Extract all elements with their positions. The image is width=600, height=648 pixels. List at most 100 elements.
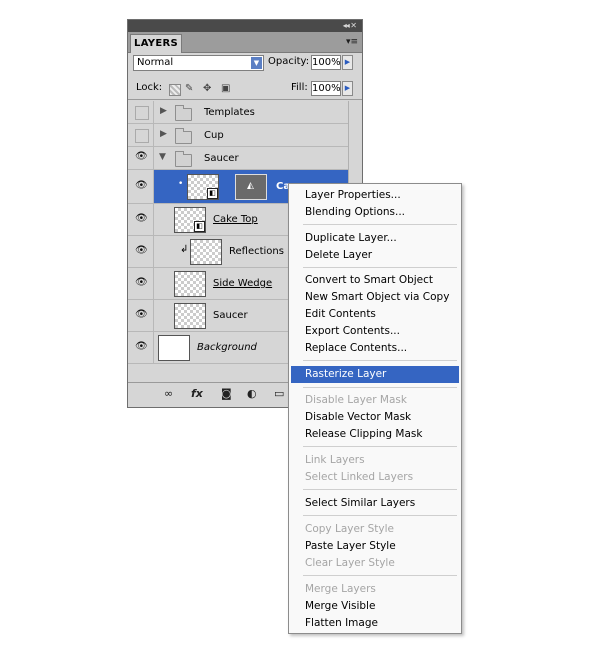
menu-item-merge-layers: Merge Layers — [305, 583, 376, 595]
blend-mode-select[interactable]: Normal ▼ — [133, 55, 264, 71]
menu-item-replace-contents[interactable]: Replace Contents... — [291, 340, 459, 357]
layer-thumbnail — [190, 239, 222, 265]
menu-separator — [303, 267, 457, 268]
eye-icon[interactable]: 👁 — [135, 277, 148, 288]
layer-name: Side Wedge — [213, 278, 273, 289]
lock-label: Lock: — [136, 82, 163, 93]
opacity-label: Opacity: — [268, 56, 310, 67]
menu-item-export-contents[interactable]: Export Contents... — [291, 323, 459, 340]
tab-layers[interactable]: LAYERS — [130, 34, 182, 53]
opacity-arrow-icon[interactable]: ▶ — [342, 55, 353, 70]
fx-icon[interactable]: fx — [191, 387, 203, 401]
lock-position-icon[interactable]: ✥ — [203, 82, 211, 96]
menu-item-blending-options[interactable]: Blending Options... — [291, 204, 459, 221]
menu-separator — [303, 515, 457, 516]
menu-item-paste-layer-style[interactable]: Paste Layer Style — [291, 538, 459, 555]
menu-item-select-linked-layers: Select Linked Layers — [305, 471, 414, 483]
eye-icon[interactable]: 👁 — [135, 341, 148, 352]
menu-item-layer-properties[interactable]: Layer Properties... — [291, 187, 459, 204]
visibility-off-box[interactable] — [135, 106, 149, 120]
smart-object-icon: ◧ — [194, 221, 205, 232]
context-menu: Layer Properties... Blending Options... … — [288, 183, 462, 634]
menu-item-merge-visible[interactable]: Merge Visible — [291, 598, 459, 615]
layer-thumbnail: ◧ — [174, 207, 206, 233]
new-group-icon[interactable]: ▭ — [274, 387, 284, 401]
eye-icon[interactable]: 👁 — [135, 180, 148, 191]
layer-row-cup[interactable]: ▶ Cup — [128, 124, 348, 147]
menu-item-duplicate-layer[interactable]: Duplicate Layer... — [291, 230, 459, 247]
menu-item-copy-layer-style: Copy Layer Style — [305, 523, 394, 535]
collapse-icon[interactable]: ◂◂ ✕ — [343, 20, 357, 32]
menu-separator — [303, 575, 457, 576]
panel-titlebar[interactable]: ◂◂ ✕ — [128, 20, 362, 32]
layer-name: Background — [197, 342, 257, 353]
menu-item-clear-layer-style: Clear Layer Style — [305, 557, 395, 569]
blend-mode-value: Normal — [137, 57, 174, 68]
mask-shape-icon: ◭ — [247, 181, 254, 191]
layer-thumbnail — [174, 271, 206, 297]
expand-triangle-icon[interactable]: ▶ — [160, 129, 167, 139]
layer-name: Templates — [204, 107, 255, 118]
layer-row-saucer-group[interactable]: 👁 ▼ Saucer — [128, 147, 348, 170]
menu-separator — [303, 224, 457, 225]
panel-tab-row: LAYERS ▾≡ — [128, 32, 362, 53]
visibility-cell[interactable] — [128, 101, 154, 123]
eye-icon[interactable]: 👁 — [135, 309, 148, 320]
menu-item-disable-vector-mask[interactable]: Disable Vector Mask — [291, 409, 459, 426]
folder-icon — [175, 128, 192, 144]
menu-item-new-smart-object-via-copy[interactable]: New Smart Object via Copy — [291, 289, 459, 306]
menu-separator — [303, 446, 457, 447]
visibility-cell[interactable]: 👁 — [128, 147, 154, 169]
menu-item-select-similar-layers[interactable]: Select Similar Layers — [291, 495, 459, 512]
menu-item-flatten-image[interactable]: Flatten Image — [291, 615, 459, 632]
visibility-cell[interactable]: 👁 — [128, 170, 154, 203]
link-chain-icon: • — [178, 179, 184, 189]
layer-name: Cup — [204, 130, 224, 141]
menu-item-release-clipping-mask[interactable]: Release Clipping Mask — [291, 426, 459, 443]
expand-triangle-icon[interactable]: ▶ — [160, 106, 167, 116]
lock-all-icon[interactable]: ▣ — [221, 82, 230, 96]
visibility-off-box[interactable] — [135, 129, 149, 143]
collapse-triangle-icon[interactable]: ▼ — [159, 152, 166, 162]
visibility-cell[interactable]: 👁 — [128, 204, 154, 235]
visibility-cell[interactable]: 👁 — [128, 236, 154, 267]
opacity-field[interactable]: 100% — [311, 55, 341, 70]
clipping-arrow-icon: ↲ — [180, 244, 189, 255]
lock-transparent-icon[interactable] — [169, 84, 181, 96]
menu-item-link-layers: Link Layers — [305, 454, 365, 466]
menu-separator — [303, 360, 457, 361]
fill-label: Fill: — [291, 82, 308, 93]
menu-separator — [303, 489, 457, 490]
visibility-cell[interactable]: 👁 — [128, 332, 154, 363]
eye-icon[interactable]: 👁 — [135, 213, 148, 224]
folder-icon — [175, 151, 192, 167]
smart-object-icon: ◧ — [207, 188, 218, 199]
layer-name: Cake Top — [213, 214, 258, 225]
layer-name: Reflections — [229, 246, 284, 257]
menu-item-convert-smart-object[interactable]: Convert to Smart Object — [291, 272, 459, 289]
lock-pixels-icon[interactable]: ✎ — [185, 82, 193, 96]
adjustment-icon[interactable]: ◐ — [247, 387, 257, 401]
menu-separator — [303, 387, 457, 388]
fill-field[interactable]: 100% — [311, 81, 341, 96]
visibility-cell[interactable]: 👁 — [128, 300, 154, 331]
panel-menu-icon[interactable]: ▾≡ — [346, 37, 358, 47]
eye-icon[interactable]: 👁 — [135, 245, 148, 256]
visibility-cell[interactable] — [128, 124, 154, 146]
folder-icon — [175, 105, 192, 121]
layer-name: Saucer — [213, 310, 248, 321]
visibility-cell[interactable]: 👁 — [128, 268, 154, 299]
mask-icon[interactable]: ◙ — [221, 387, 232, 401]
eye-icon[interactable]: 👁 — [135, 151, 148, 162]
menu-item-edit-contents[interactable]: Edit Contents — [291, 306, 459, 323]
divider — [128, 99, 362, 100]
layer-thumbnail: ◧ — [187, 174, 219, 200]
layer-row-templates[interactable]: ▶ Templates — [128, 101, 348, 124]
chevron-down-icon: ▼ — [251, 57, 262, 69]
menu-item-rasterize-layer[interactable]: Rasterize Layer — [291, 366, 459, 383]
link-icon[interactable]: ∞ — [164, 387, 173, 401]
fill-arrow-icon[interactable]: ▶ — [342, 81, 353, 96]
layer-thumbnail — [158, 335, 190, 361]
vector-mask-thumbnail: ◭ — [235, 174, 267, 200]
menu-item-delete-layer[interactable]: Delete Layer — [291, 247, 459, 264]
